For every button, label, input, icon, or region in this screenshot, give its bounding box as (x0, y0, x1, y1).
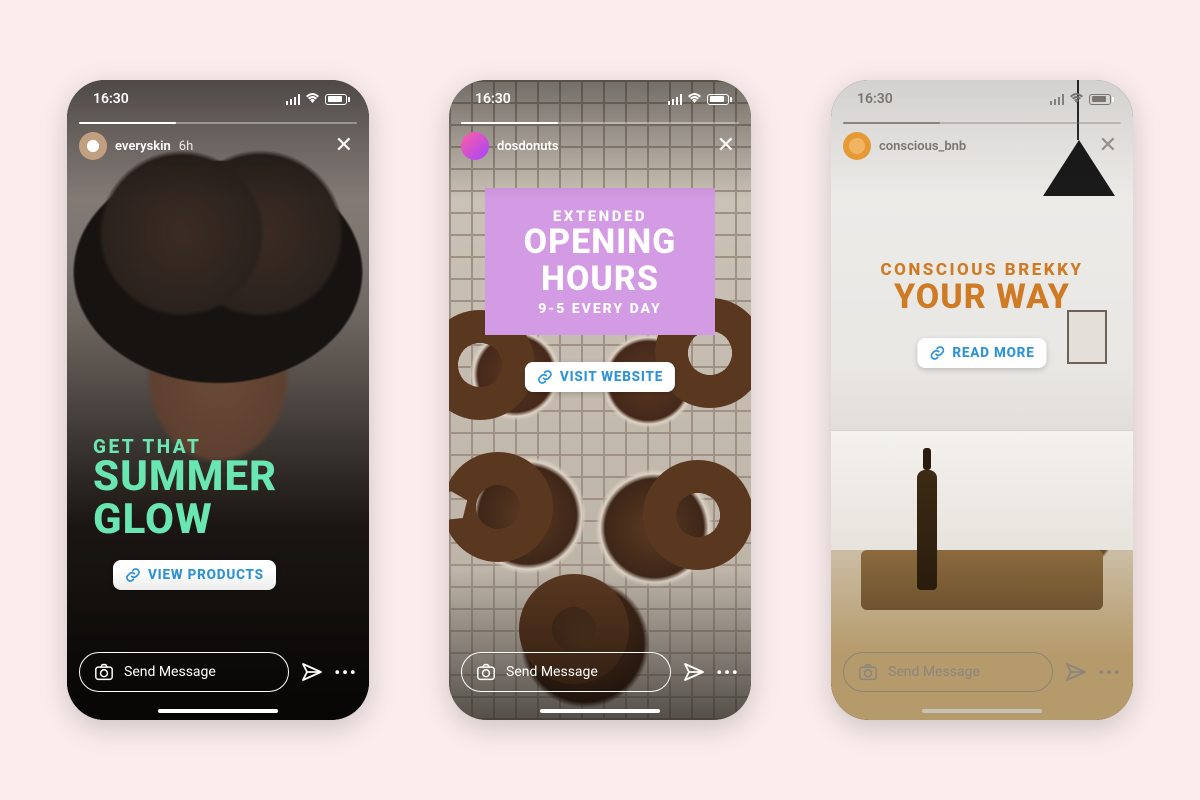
home-indicator[interactable] (922, 709, 1042, 713)
headline-line-3: GLOW (93, 499, 277, 542)
username[interactable]: conscious_bnb (879, 139, 966, 154)
status-bar: 16:30 (831, 80, 1133, 118)
close-icon[interactable]: ✕ (713, 135, 739, 157)
banner-line-4: 9-5 EVERY DAY (499, 302, 701, 317)
link-icon (537, 369, 553, 385)
phone-mockup-3: 16:30 conscious_bnb ✕ CONSCIOUS BREKKY Y… (831, 80, 1133, 720)
cellular-icon (286, 94, 301, 105)
avatar[interactable] (79, 132, 107, 160)
story-header: dosdonuts ✕ (461, 122, 739, 160)
phone-mockup-1: 16:30 everyskin 6h ✕ GET THAT SUMMER GLO… (67, 80, 369, 720)
link-sticker[interactable]: VISIT WEBSITE (525, 362, 675, 392)
link-icon (929, 345, 945, 361)
story-header: conscious_bnb ✕ (843, 122, 1121, 160)
headline-line-2: SUMMER (93, 456, 277, 499)
share-icon[interactable] (681, 661, 707, 683)
status-time: 16:30 (475, 91, 511, 107)
home-indicator[interactable] (540, 709, 660, 713)
avatar[interactable] (843, 132, 871, 160)
story-footer: Send Message ••• (79, 652, 357, 692)
battery-icon (707, 94, 729, 105)
status-time: 16:30 (93, 91, 129, 107)
more-icon[interactable]: ••• (717, 663, 739, 682)
decor-frame (1067, 310, 1107, 364)
link-sticker-label: VISIT WEBSITE (560, 369, 663, 385)
wifi-icon (305, 92, 320, 107)
home-indicator[interactable] (158, 709, 278, 713)
camera-icon[interactable] (858, 663, 878, 681)
story-headline: CONSCIOUS BREKKY YOUR WAY (831, 262, 1133, 316)
banner-line-3: HOURS (499, 261, 701, 298)
wifi-icon (1069, 92, 1084, 107)
username[interactable]: dosdonuts (497, 139, 559, 154)
username[interactable]: everyskin (115, 139, 171, 154)
time-ago: 6h (179, 139, 193, 154)
more-icon[interactable]: ••• (335, 663, 357, 682)
story-footer: Send Message ••• (461, 652, 739, 692)
camera-icon[interactable] (476, 663, 496, 681)
story-progress[interactable] (843, 122, 1121, 124)
close-icon[interactable]: ✕ (1095, 135, 1121, 157)
reply-input[interactable]: Send Message (461, 652, 671, 692)
battery-icon (325, 94, 347, 105)
wifi-icon (687, 92, 702, 107)
link-sticker-label: READ MORE (952, 345, 1034, 361)
reply-input[interactable]: Send Message (79, 652, 289, 692)
decor-bed (831, 430, 1133, 550)
cellular-icon (668, 94, 683, 105)
reply-placeholder: Send Message (506, 664, 598, 680)
link-sticker[interactable]: READ MORE (917, 338, 1046, 368)
headline-line-2: YOUR WAY (831, 280, 1133, 316)
decor-bottle (917, 470, 937, 590)
banner-line-2: OPENING (499, 224, 701, 261)
phone-mockup-2: 16:30 dosdonuts ✕ EXTENDED OPENING HOURS… (449, 80, 751, 720)
story-progress[interactable] (461, 122, 739, 124)
status-time: 16:30 (857, 91, 893, 107)
share-icon[interactable] (1063, 661, 1089, 683)
story-banner: EXTENDED OPENING HOURS 9-5 EVERY DAY (485, 188, 715, 335)
reply-placeholder: Send Message (888, 664, 980, 680)
avatar[interactable] (461, 132, 489, 160)
cellular-icon (1050, 94, 1065, 105)
more-icon[interactable]: ••• (1099, 663, 1121, 682)
story-headline: GET THAT SUMMER GLOW (93, 437, 277, 542)
story-header: everyskin 6h ✕ (79, 122, 357, 160)
reply-placeholder: Send Message (124, 664, 216, 680)
decor-tray (861, 550, 1103, 610)
share-icon[interactable] (299, 661, 325, 683)
camera-icon[interactable] (94, 663, 114, 681)
story-footer: Send Message ••• (843, 652, 1121, 692)
close-icon[interactable]: ✕ (331, 135, 357, 157)
status-bar: 16:30 (449, 80, 751, 118)
story-progress[interactable] (79, 122, 357, 124)
battery-icon (1089, 94, 1111, 105)
reply-input[interactable]: Send Message (843, 652, 1053, 692)
status-bar: 16:30 (67, 80, 369, 118)
